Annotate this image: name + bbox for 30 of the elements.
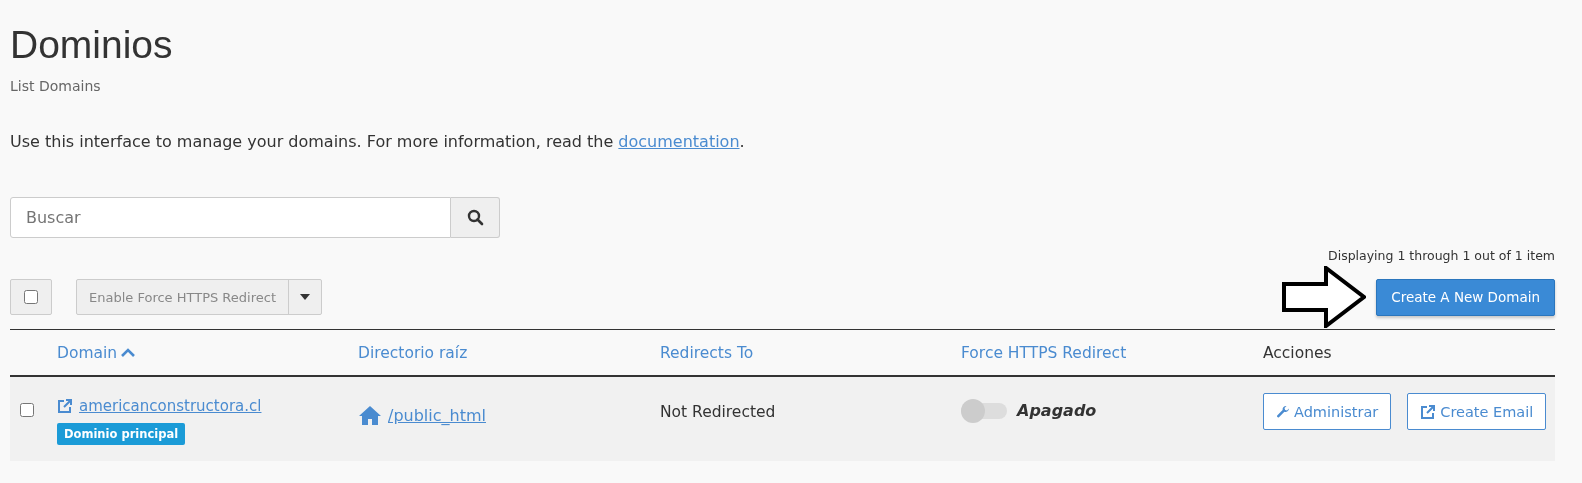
directory-link[interactable]: /public_html: [388, 405, 486, 425]
column-header[interactable]: Redirects To: [660, 343, 961, 362]
create-domain-button[interactable]: Create A New Domain: [1376, 278, 1555, 316]
search-button[interactable]: [451, 197, 500, 238]
select-all-checkbox[interactable]: [24, 290, 38, 304]
documentation-link[interactable]: documentation: [618, 132, 740, 151]
manage-button[interactable]: Administrar: [1263, 393, 1392, 430]
column-header[interactable]: Directorio raíz: [358, 343, 660, 362]
arrow-icon: [1282, 266, 1367, 328]
home-icon: [358, 405, 382, 425]
primary-domain-badge: Dominio principal: [57, 423, 186, 445]
search-icon: [466, 209, 484, 226]
toggle-label: Apagado: [1017, 401, 1097, 420]
column-header[interactable]: Domain: [57, 343, 358, 362]
search-field[interactable]: Buscar: [10, 197, 451, 238]
external-link-icon: [57, 398, 73, 414]
domain-link[interactable]: americanconstructora.cl: [79, 397, 262, 415]
pagination-info: Displaying 1 through 1 out of 1 item: [1327, 248, 1555, 263]
row-checkbox[interactable]: [20, 403, 34, 417]
intro-text: Use this interface to manage your domains. For more information, read the documentation.: [10, 132, 746, 151]
column-header[interactable]: Force HTTPS Redirect: [961, 343, 1263, 362]
select-all-button[interactable]: [10, 279, 52, 315]
wrench-icon: [1276, 404, 1290, 419]
column-header: Acciones: [1263, 343, 1333, 362]
create-email-button[interactable]: Create Email: [1407, 393, 1547, 430]
redirect-text: Not Redirected: [660, 403, 777, 421]
external-link-icon: [1420, 403, 1437, 420]
page-title: Dominios: [10, 22, 174, 68]
page-subtitle: List Domains: [10, 78, 102, 94]
caret-icon: [300, 294, 310, 300]
